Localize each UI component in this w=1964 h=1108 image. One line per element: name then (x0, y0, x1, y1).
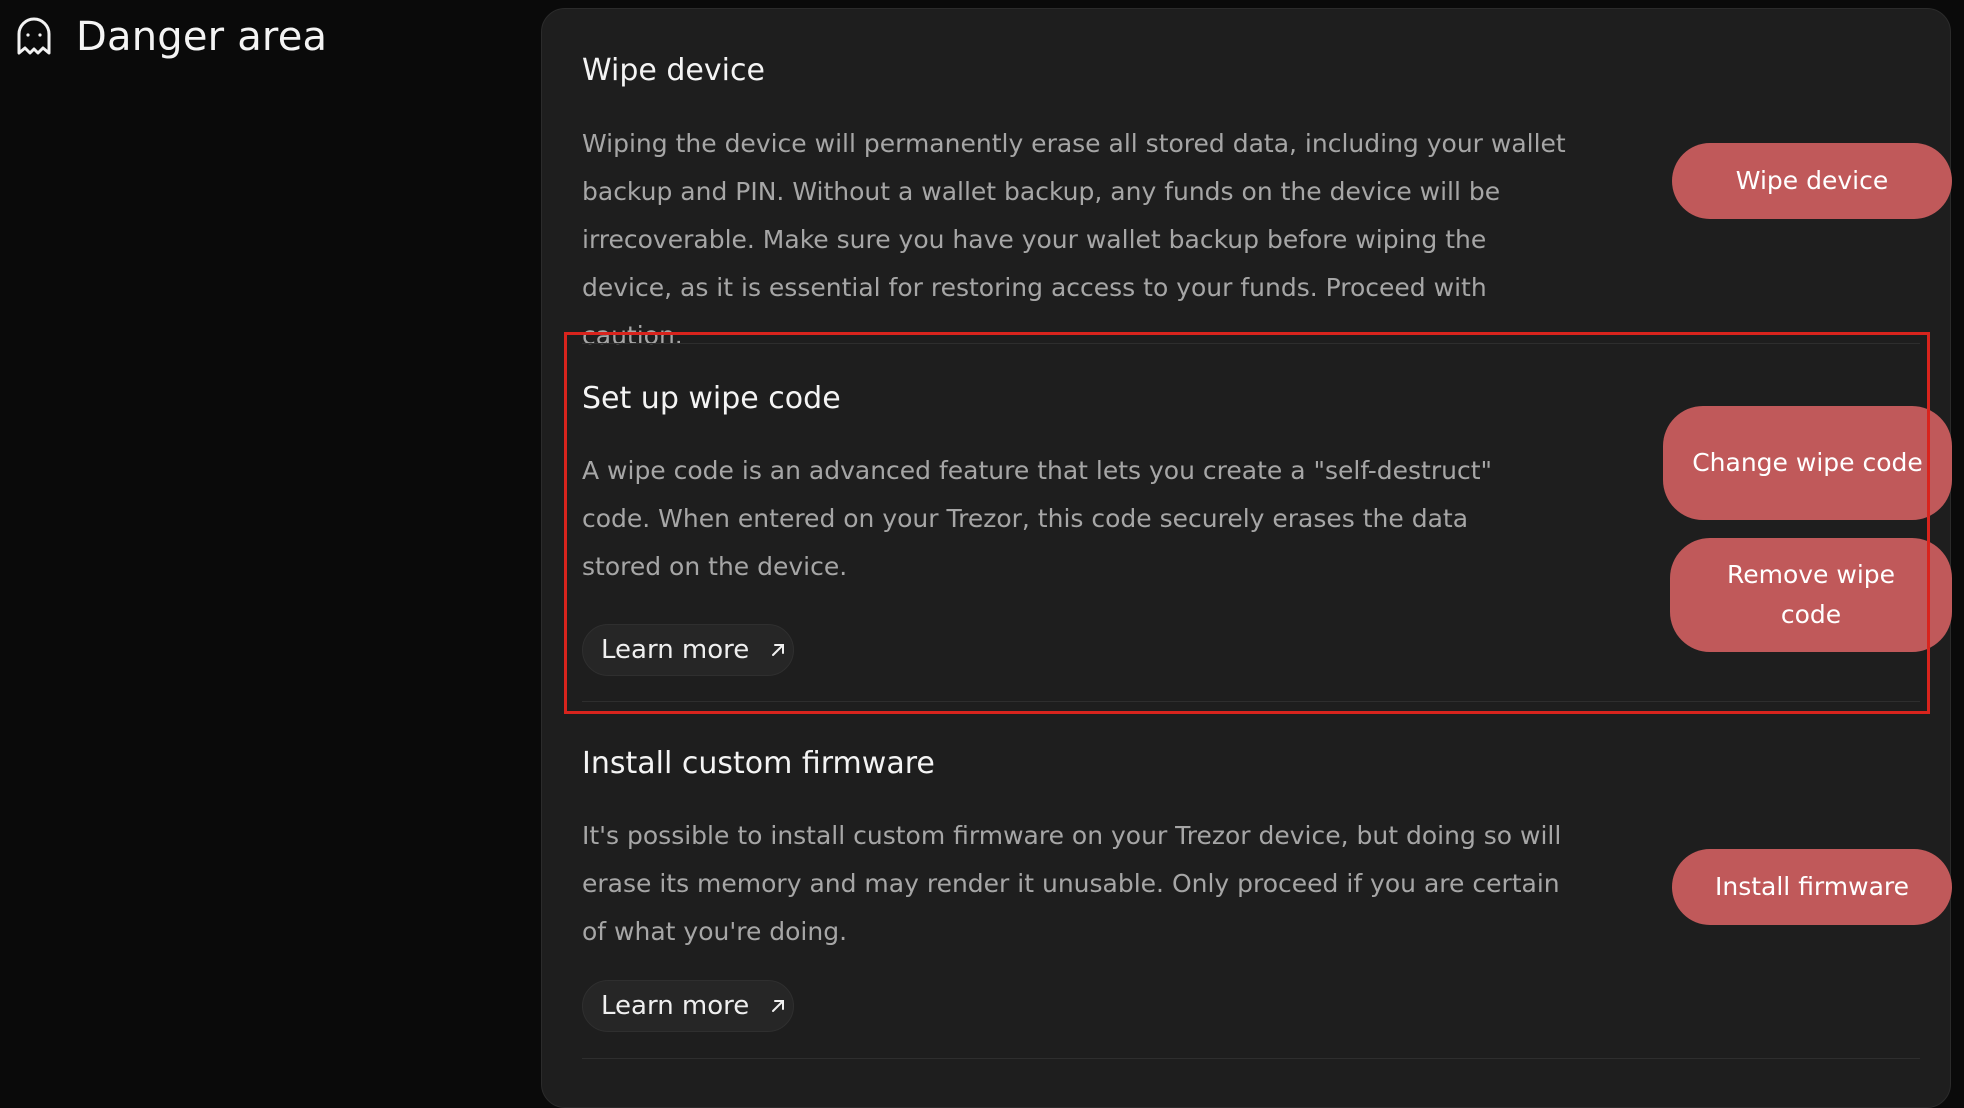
change-wipe-code-button[interactable]: Change wipe code (1663, 406, 1952, 520)
wipe-device-title: Wipe device (582, 53, 765, 88)
external-arrow-icon (772, 644, 785, 656)
learn-more-label: Learn more (601, 991, 750, 1021)
custom-firmware-row: Install custom firmware It's possible to… (582, 702, 1952, 1062)
wipe-device-row: Wipe device Wiping the device will perma… (582, 9, 1952, 350)
remove-wipe-code-button[interactable]: Remove wipe code (1670, 538, 1952, 652)
install-firmware-button[interactable]: Install firmware (1672, 849, 1952, 925)
wipe-code-row: Set up wipe code A wipe code is an advan… (582, 344, 1952, 704)
wipe-code-title: Set up wipe code (582, 381, 841, 416)
learn-more-label: Learn more (601, 635, 750, 665)
ghost-icon (17, 17, 51, 55)
custom-firmware-title: Install custom firmware (582, 746, 935, 781)
section-header: Danger area (14, 14, 327, 60)
divider (582, 1058, 1920, 1059)
wipe-code-description: A wipe code is an advanced feature that … (582, 456, 1493, 581)
custom-firmware-description: It's possible to install custom firmware… (582, 821, 1562, 946)
wipe-device-description: Wiping the device will permanently erase… (582, 129, 1566, 350)
danger-area-card: Wipe device Wiping the device will perma… (541, 8, 1952, 1108)
wipe-device-button[interactable]: Wipe device (1672, 143, 1952, 219)
custom-firmware-learn-more-link[interactable]: Learn more (582, 980, 794, 1032)
external-arrow-icon (772, 1000, 785, 1012)
wipe-code-learn-more-link[interactable]: Learn more (582, 624, 794, 676)
section-title: Danger area (76, 14, 328, 60)
